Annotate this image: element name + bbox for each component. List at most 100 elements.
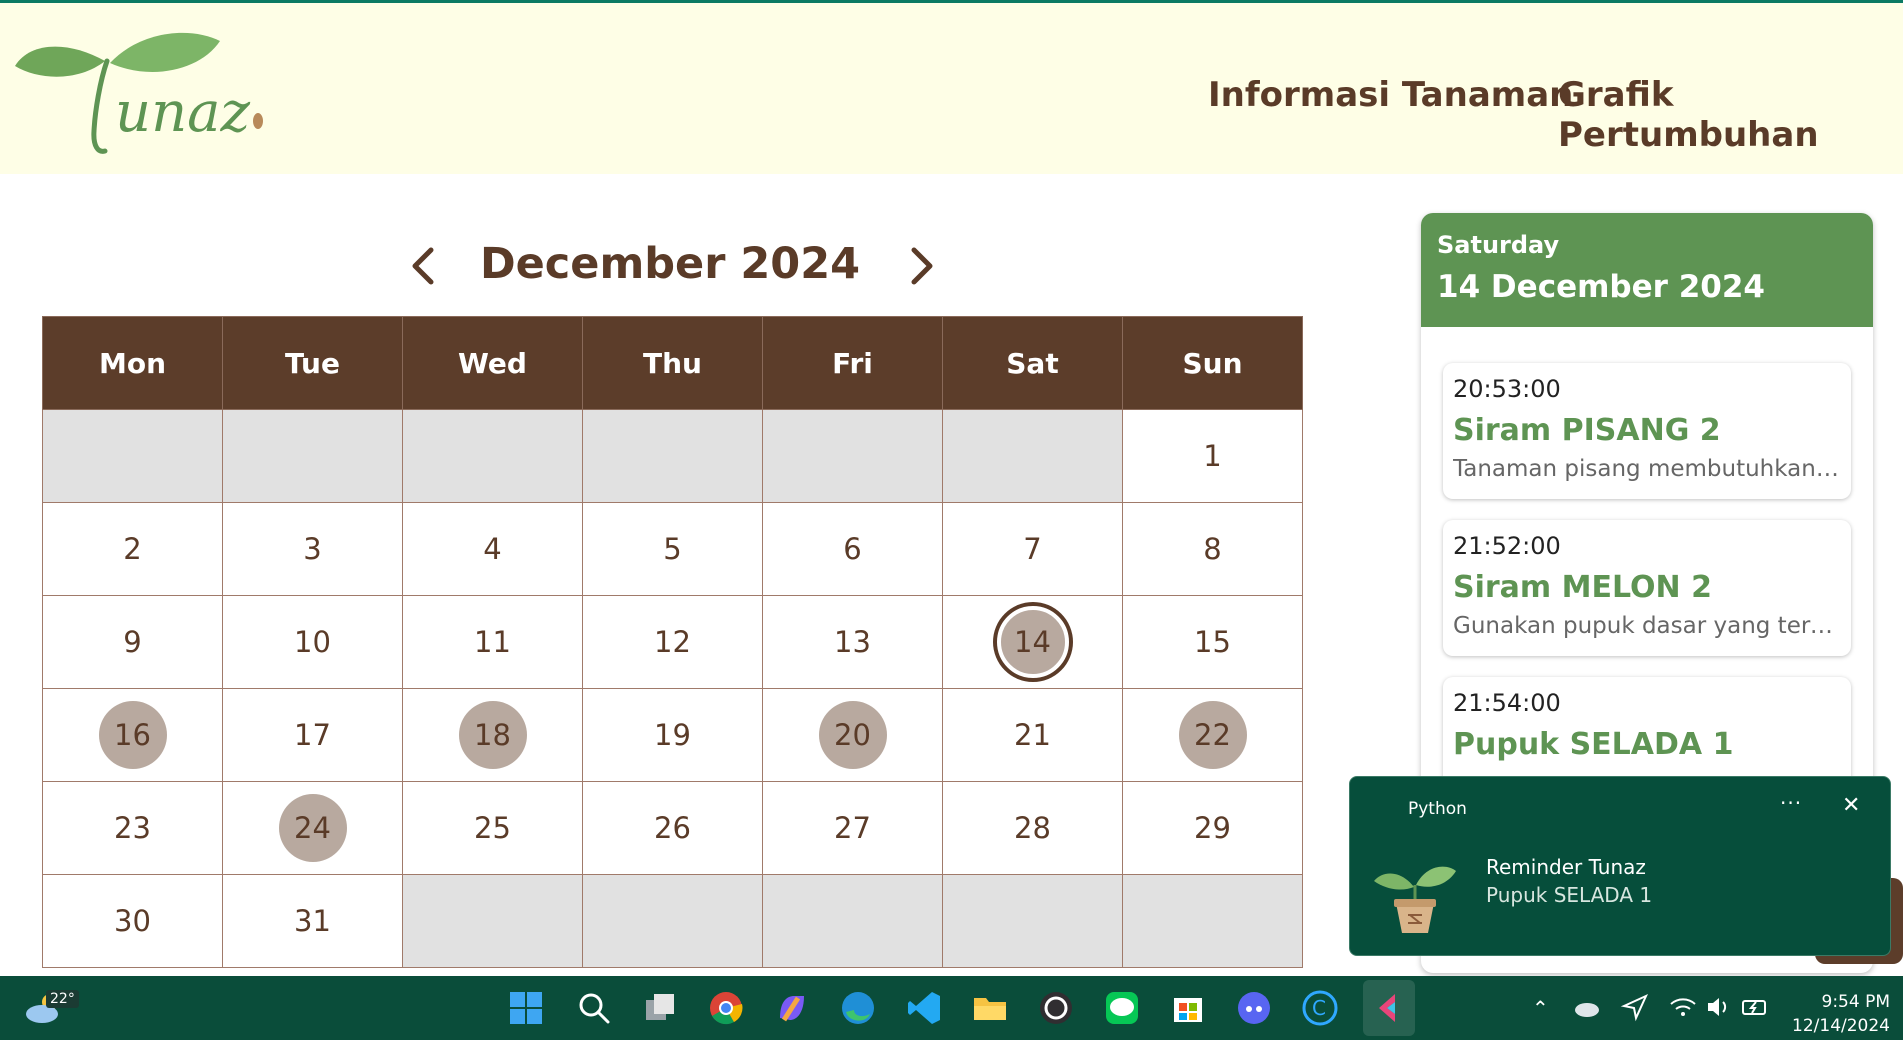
selected-day-number[interactable]: 14 xyxy=(996,606,1069,678)
day-number[interactable]: 5 xyxy=(639,515,707,583)
day-cell[interactable]: 15 xyxy=(1122,595,1303,689)
toast-close-icon[interactable]: ✕ xyxy=(1842,793,1860,818)
flutter-app-icon[interactable] xyxy=(1371,990,1407,1026)
edge-icon[interactable] xyxy=(840,990,876,1026)
day-cell[interactable]: 18 xyxy=(402,688,583,782)
event-title: Siram PISANG 2 xyxy=(1453,413,1721,448)
chrome-icon[interactable] xyxy=(708,990,744,1026)
day-number[interactable]: 6 xyxy=(819,515,887,583)
day-number[interactable]: 7 xyxy=(999,515,1067,583)
prev-month-arrow-icon[interactable] xyxy=(403,238,443,294)
obs-icon[interactable] xyxy=(1038,990,1074,1026)
day-number[interactable]: 30 xyxy=(99,887,167,955)
day-cell[interactable]: 26 xyxy=(582,781,763,875)
weekday-header: Fri xyxy=(762,316,943,410)
copilot-icon[interactable] xyxy=(774,990,810,1026)
nav-informasi-tanaman[interactable]: Informasi Tanaman xyxy=(1208,75,1573,115)
day-cell[interactable]: 23 xyxy=(42,781,223,875)
search-icon[interactable] xyxy=(576,990,612,1026)
day-number[interactable]: 25 xyxy=(459,794,527,862)
notification-toast[interactable]: Python ··· ✕ Reminder Tunaz Pupuk SELADA… xyxy=(1349,776,1891,956)
toast-more-options-icon[interactable]: ··· xyxy=(1780,791,1802,815)
next-month-arrow-icon[interactable] xyxy=(902,238,942,294)
day-cell[interactable]: 11 xyxy=(402,595,583,689)
line-icon[interactable] xyxy=(1104,990,1140,1026)
day-number[interactable]: 22 xyxy=(1178,701,1247,769)
day-number[interactable]: 28 xyxy=(999,794,1067,862)
microsoft-store-icon[interactable] xyxy=(1170,990,1206,1026)
show-hidden-icons-chevron-icon[interactable]: ⌃ xyxy=(1532,996,1549,1020)
file-explorer-icon[interactable] xyxy=(972,990,1008,1026)
vscode-icon[interactable] xyxy=(906,990,942,1026)
event-card[interactable]: 21:52:00 Siram MELON 2 Gunakan pupuk das… xyxy=(1443,520,1851,656)
day-cell[interactable]: 29 xyxy=(1122,781,1303,875)
day-cell[interactable]: 14 xyxy=(942,595,1123,689)
day-number[interactable]: 26 xyxy=(639,794,707,862)
discord-icon[interactable] xyxy=(1236,990,1272,1026)
day-number[interactable]: 18 xyxy=(458,701,527,769)
windows-start-icon[interactable] xyxy=(508,990,544,1026)
onedrive-cloud-icon[interactable] xyxy=(1572,992,1602,1022)
day-cell[interactable]: 28 xyxy=(942,781,1123,875)
battery-charging-icon[interactable] xyxy=(1740,992,1770,1022)
volume-icon[interactable] xyxy=(1704,992,1734,1022)
day-cell[interactable]: 20 xyxy=(762,688,943,782)
tunaz-logo[interactable]: unaz xyxy=(10,21,270,171)
empty-day-cell xyxy=(762,874,943,968)
day-cell[interactable]: 16 xyxy=(42,688,223,782)
day-cell[interactable]: 7 xyxy=(942,502,1123,596)
day-cell[interactable]: 4 xyxy=(402,502,583,596)
day-number[interactable]: 31 xyxy=(279,887,347,955)
day-number[interactable]: 12 xyxy=(639,608,707,676)
location-arrow-icon[interactable] xyxy=(1620,992,1650,1022)
day-number[interactable]: 4 xyxy=(459,515,527,583)
system-clock[interactable]: 9:54 PM 12/14/2024 xyxy=(1778,990,1890,1038)
day-number[interactable]: 2 xyxy=(99,515,167,583)
task-view-icon[interactable] xyxy=(642,990,678,1026)
day-number[interactable]: 20 xyxy=(818,701,887,769)
day-cell[interactable]: 9 xyxy=(42,595,223,689)
day-number[interactable]: 24 xyxy=(278,794,347,862)
day-number[interactable]: 1 xyxy=(1179,422,1247,490)
day-number[interactable]: 29 xyxy=(1179,794,1247,862)
day-number[interactable]: 27 xyxy=(819,794,887,862)
day-number[interactable]: 13 xyxy=(819,608,887,676)
day-cell[interactable]: 2 xyxy=(42,502,223,596)
day-number[interactable]: 19 xyxy=(639,701,707,769)
day-cell[interactable]: 22 xyxy=(1122,688,1303,782)
plant-pot-icon xyxy=(1374,866,1456,933)
day-number[interactable]: 15 xyxy=(1179,608,1247,676)
day-cell[interactable]: 24 xyxy=(222,781,403,875)
day-cell[interactable]: 8 xyxy=(1122,502,1303,596)
ccleaner-icon[interactable]: C xyxy=(1302,990,1338,1026)
day-cell[interactable]: 19 xyxy=(582,688,763,782)
day-cell[interactable]: 27 xyxy=(762,781,943,875)
day-cell[interactable]: 6 xyxy=(762,502,943,596)
event-card[interactable]: 20:53:00 Siram PISANG 2 Tanaman pisang m… xyxy=(1443,363,1851,499)
day-cell[interactable]: 10 xyxy=(222,595,403,689)
day-cell[interactable]: 3 xyxy=(222,502,403,596)
day-cell[interactable]: 17 xyxy=(222,688,403,782)
day-cell[interactable]: 31 xyxy=(222,874,403,968)
day-cell[interactable]: 13 xyxy=(762,595,943,689)
day-cell[interactable]: 25 xyxy=(402,781,583,875)
day-cell[interactable]: 21 xyxy=(942,688,1123,782)
month-navigation: December 2024 xyxy=(0,232,1300,302)
day-cell[interactable]: 5 xyxy=(582,502,763,596)
day-cell[interactable]: 12 xyxy=(582,595,763,689)
nav-grafik-pertumbuhan[interactable]: Grafik Pertumbuhan xyxy=(1558,75,1903,155)
day-cell[interactable]: 1 xyxy=(1122,409,1303,503)
calendar-week-row: 23 24 25 26 27 28 29 xyxy=(42,781,1303,875)
wifi-icon[interactable] xyxy=(1668,992,1698,1022)
day-number[interactable]: 11 xyxy=(459,608,527,676)
day-number[interactable]: 10 xyxy=(279,608,347,676)
day-number[interactable]: 21 xyxy=(999,701,1067,769)
day-number[interactable]: 23 xyxy=(99,794,167,862)
day-number[interactable]: 17 xyxy=(279,701,347,769)
day-number[interactable]: 3 xyxy=(279,515,347,583)
day-number[interactable]: 16 xyxy=(98,701,167,769)
day-number[interactable]: 8 xyxy=(1179,515,1247,583)
event-title: Siram MELON 2 xyxy=(1453,570,1712,605)
day-number[interactable]: 9 xyxy=(99,608,167,676)
day-cell[interactable]: 30 xyxy=(42,874,223,968)
